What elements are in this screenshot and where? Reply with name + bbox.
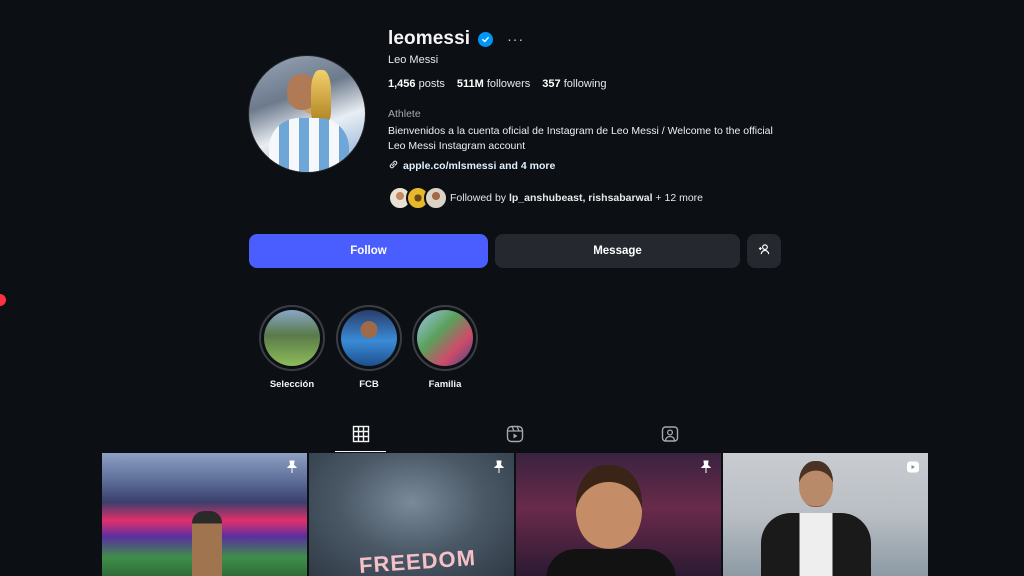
followed-by-suffix: + 12 more — [652, 192, 704, 204]
grid-icon — [352, 425, 370, 443]
tagged-icon — [661, 426, 679, 442]
highlight-label: Familia — [428, 379, 462, 390]
posts-label: posts — [418, 78, 445, 90]
post-face — [799, 461, 833, 507]
post-body — [546, 549, 676, 576]
highlight-fcb[interactable]: FCB — [336, 305, 402, 390]
profile-bio: Bienvenidos a la cuenta oficial de Insta… — [388, 125, 773, 152]
followers-count: 511M — [456, 78, 484, 90]
followers-stat[interactable]: 511M followers — [457, 78, 530, 90]
pin-icon — [493, 460, 505, 473]
username-row: leomessi ··· — [388, 28, 524, 50]
options-more-icon[interactable]: ··· — [507, 31, 524, 47]
post-face — [576, 465, 642, 549]
posts-stat: 1,456 posts — [388, 78, 445, 90]
mutual-avatar — [424, 186, 448, 210]
post-thumbnail[interactable] — [516, 453, 721, 576]
post-body — [761, 513, 871, 576]
tab-posts[interactable] — [352, 425, 370, 443]
notification-dot — [0, 294, 6, 306]
profile-link[interactable]: apple.co/mlsmessi and 4 more — [388, 159, 555, 173]
link-icon — [388, 159, 399, 173]
pin-icon — [700, 460, 712, 473]
following-count: 357 — [542, 78, 561, 90]
highlight-cover — [417, 310, 473, 366]
highlight-label: FCB — [359, 379, 379, 390]
full-name: Leo Messi — [388, 54, 439, 66]
tab-tagged[interactable] — [661, 425, 679, 443]
posts-count: 1,456 — [388, 78, 416, 90]
highlight-familia[interactable]: Familia — [412, 305, 478, 390]
reel-icon — [907, 461, 919, 473]
follow-button[interactable]: Follow — [249, 234, 488, 268]
tab-reels[interactable] — [506, 425, 524, 443]
post-thumbnail[interactable] — [102, 453, 307, 576]
following-label: following — [563, 78, 607, 90]
add-user-icon — [758, 243, 771, 259]
posts-grid: FREEDOM — [102, 453, 928, 576]
pin-icon — [286, 460, 298, 473]
following-stat[interactable]: 357 following — [542, 78, 606, 90]
username: leomessi — [388, 28, 471, 49]
mutual-avatars — [388, 186, 448, 210]
highlight-cover — [341, 310, 397, 366]
followed-by-text: Followed by lp_anshubeast, rishsabarwal … — [450, 192, 703, 204]
highlight-ring — [259, 305, 325, 371]
profile-category: Athlete — [388, 108, 421, 120]
reels-icon — [506, 425, 524, 443]
followed-by-prefix: Followed by — [450, 192, 509, 204]
highlight-label: Selección — [269, 379, 315, 390]
profile-avatar[interactable] — [248, 55, 366, 173]
highlight-cover — [264, 310, 320, 366]
avatar-shirt — [269, 118, 349, 172]
active-tab-indicator — [335, 451, 386, 452]
post-thumbnail[interactable] — [723, 453, 928, 576]
highlight-ring — [412, 305, 478, 371]
verified-badge-icon — [478, 31, 494, 47]
followers-label: followers — [486, 78, 531, 90]
avatar-trophy — [311, 70, 331, 122]
followed-by-names: lp_anshubeast, rishsabarwal — [508, 192, 653, 204]
post-overlay-text: FREEDOM — [358, 544, 477, 576]
highlight-seleccion[interactable]: Selección — [259, 305, 325, 390]
post-figure — [192, 511, 222, 576]
followed-by[interactable]: Followed by lp_anshubeast, rishsabarwal … — [388, 186, 703, 210]
suggested-users-button[interactable] — [747, 234, 781, 268]
profile-stats: 1,456 posts 511M followers 357 following — [388, 78, 607, 90]
post-thumbnail[interactable]: FREEDOM — [309, 453, 514, 576]
highlight-ring — [336, 305, 402, 371]
link-text: apple.co/mlsmessi and 4 more — [403, 160, 556, 172]
message-button[interactable]: Message — [495, 234, 740, 268]
